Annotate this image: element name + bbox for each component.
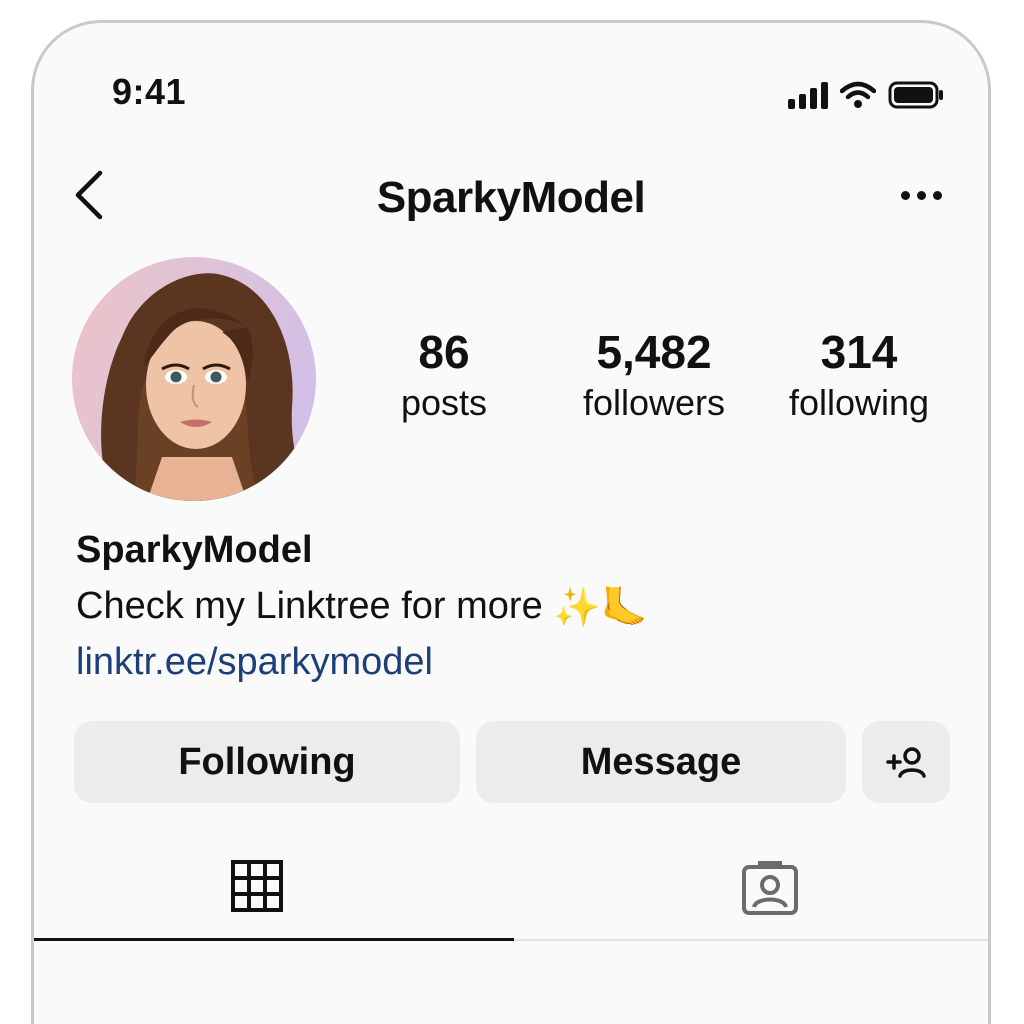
avatar-illustration [101, 273, 312, 501]
battery-icon [888, 81, 943, 109]
more-options-icon[interactable] [901, 191, 942, 200]
tagged-icon[interactable] [740, 859, 800, 917]
bio-text: Check my Linktree for more [76, 585, 543, 627]
active-tab-indicator [34, 938, 514, 941]
suggest-user-button[interactable] [862, 721, 950, 803]
following-button[interactable]: Following [74, 721, 460, 803]
followers-stat[interactable]: 5,482 followers [564, 323, 744, 425]
following-stat[interactable]: 314 following [774, 323, 944, 425]
profile-username-title: SparkyModel [376, 173, 646, 222]
posts-stat[interactable]: 86 posts [374, 323, 514, 425]
wifi-icon [840, 81, 876, 108]
followers-label: followers [582, 382, 726, 423]
message-button[interactable]: Message [476, 721, 846, 803]
phone-frame: 9:41 SparkyModel 86 posts 5,482 follower… [31, 20, 991, 1024]
following-count: 314 [820, 326, 898, 378]
avatar[interactable] [72, 257, 316, 501]
status-time: 9:41 [112, 71, 187, 112]
bio-link[interactable]: linktr.ee/sparkymodel [76, 641, 433, 684]
followers-count: 5,482 [596, 326, 712, 378]
display-name: SparkyModel [76, 529, 313, 571]
status-icons [788, 81, 944, 109]
cellular-signal-icon [788, 81, 828, 109]
posts-count: 86 [418, 326, 470, 378]
grid-icon[interactable] [230, 859, 284, 913]
following-label: following [788, 382, 930, 423]
bio: Check my Linktree for more ✨🦶 [76, 585, 648, 630]
posts-label: posts [400, 382, 488, 423]
add-person-icon [886, 747, 926, 778]
bio-emoji: ✨🦶 [553, 586, 648, 629]
